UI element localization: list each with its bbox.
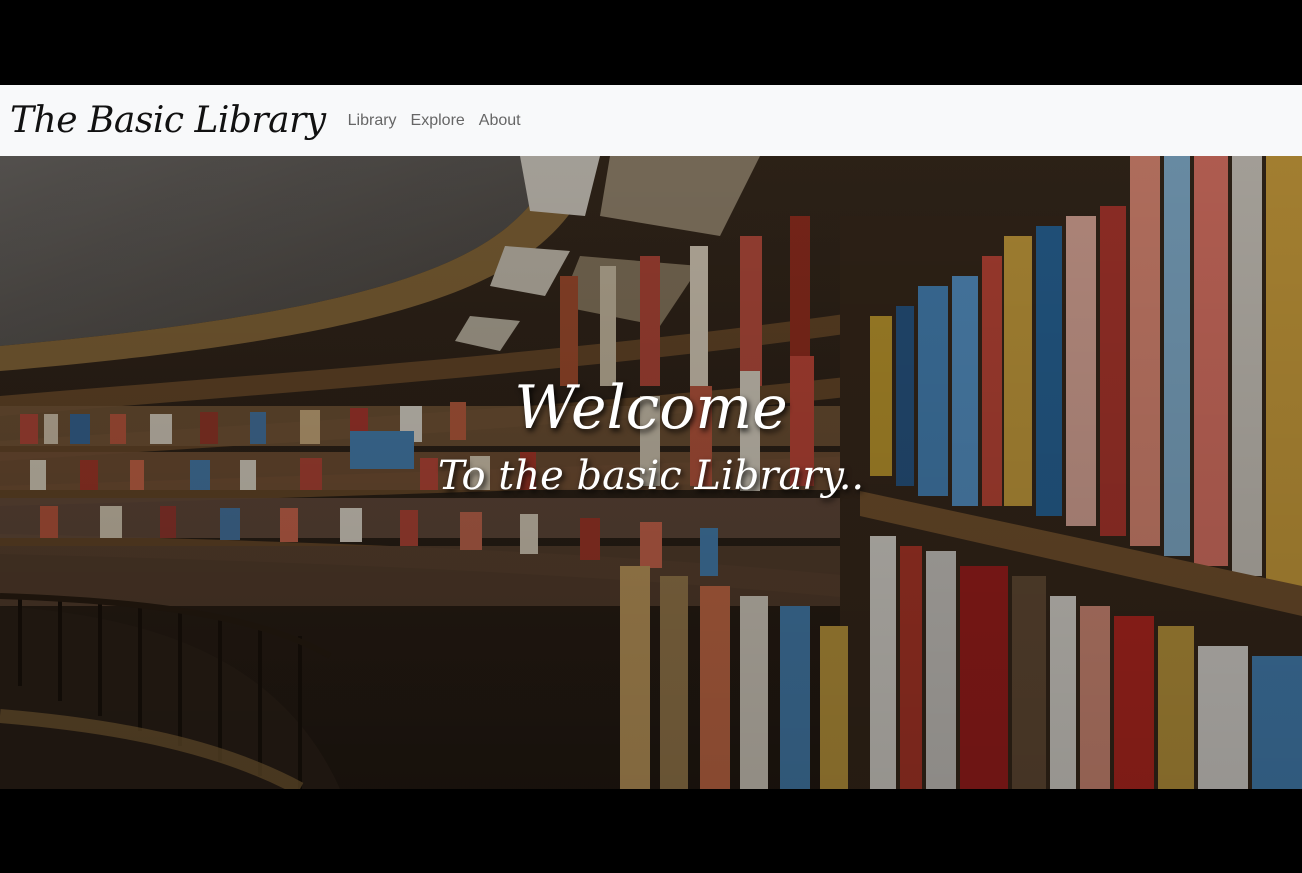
brand-logo[interactable]: The Basic Library xyxy=(10,100,326,141)
page: The Basic Library Library Explore About xyxy=(0,0,1302,873)
hero-text-container: Welcome To the basic Library.. xyxy=(0,156,1302,789)
navbar: The Basic Library Library Explore About xyxy=(0,85,1302,156)
hero-title: Welcome xyxy=(514,373,788,443)
nav-link-about[interactable]: About xyxy=(479,112,521,130)
hero-subtitle: To the basic Library.. xyxy=(437,453,865,499)
hero-banner: Welcome To the basic Library.. xyxy=(0,156,1302,789)
nav-link-explore[interactable]: Explore xyxy=(411,112,465,130)
nav-link-library[interactable]: Library xyxy=(348,112,397,130)
